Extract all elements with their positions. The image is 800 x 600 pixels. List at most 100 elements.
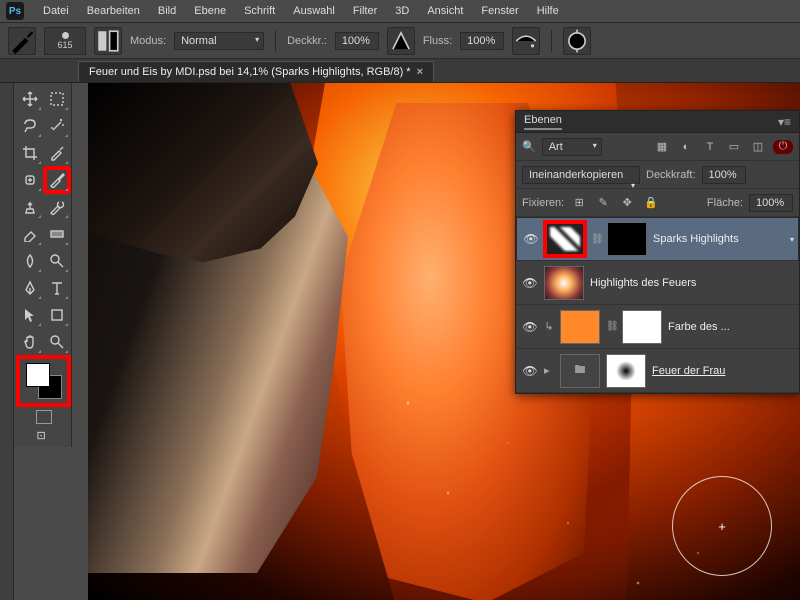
visibility-icon[interactable]: 👁 bbox=[522, 276, 538, 290]
brush-tool[interactable] bbox=[45, 168, 69, 192]
layer-row-feuer-der-frau[interactable]: 👁 ▸ 🖿 Feuer der Frau bbox=[516, 349, 799, 393]
color-swatch-area bbox=[18, 357, 69, 405]
layer-name[interactable]: Farbe des ... bbox=[668, 321, 793, 333]
history-brush-tool[interactable] bbox=[45, 195, 69, 219]
quick-mask-toggle[interactable] bbox=[36, 410, 52, 424]
options-bar: 615 Modus: Normal Deckkr.: 100% Fluss: 1… bbox=[0, 23, 800, 59]
filter-shape-icon[interactable]: ▭ bbox=[725, 140, 743, 154]
menu-edit[interactable]: Bearbeiten bbox=[78, 2, 149, 20]
active-tool-indicator[interactable] bbox=[8, 27, 36, 55]
document-title: Feuer und Eis by MDI.psd bei 14,1% (Spar… bbox=[89, 66, 411, 78]
panel-strip bbox=[0, 83, 14, 600]
visibility-icon[interactable]: 👁 bbox=[522, 320, 538, 334]
menu-file[interactable]: Datei bbox=[34, 2, 78, 20]
layers-tab[interactable]: Ebenen bbox=[524, 114, 562, 130]
layer-row-highlights-feuer[interactable]: 👁 Highlights des Feuers bbox=[516, 261, 799, 305]
pen-tool[interactable] bbox=[18, 276, 42, 300]
marquee-tool[interactable] bbox=[45, 87, 69, 111]
menu-layer[interactable]: Ebene bbox=[185, 2, 235, 20]
brush-panel-toggle[interactable] bbox=[94, 27, 122, 55]
mask-link-icon[interactable]: ⛓ bbox=[606, 321, 616, 332]
visibility-icon[interactable]: 👁 bbox=[523, 232, 539, 246]
menu-bar: Ps Datei Bearbeiten Bild Ebene Schrift A… bbox=[0, 0, 800, 23]
filter-type-icon[interactable]: T bbox=[701, 140, 719, 154]
layer-blend-mode-select[interactable]: Ineinanderkopieren bbox=[522, 166, 640, 184]
mask-link-icon[interactable]: ⛓ bbox=[591, 234, 601, 245]
close-tab-icon[interactable]: × bbox=[417, 66, 423, 78]
airbrush-icon[interactable] bbox=[512, 27, 540, 55]
layer-name[interactable]: Feuer der Frau bbox=[652, 365, 793, 377]
layer-thumbnail[interactable] bbox=[544, 266, 584, 300]
layer-thumbnail[interactable] bbox=[545, 222, 585, 256]
lock-label: Fixieren: bbox=[522, 197, 564, 209]
panel-menu-icon[interactable]: ▾≡ bbox=[778, 115, 791, 129]
layer-filter-row: 🔍 Art ▦ ◐ T ▭ ◫ ⏻ bbox=[516, 133, 799, 161]
eraser-tool[interactable] bbox=[18, 222, 42, 246]
lock-position-icon[interactable]: ✥ bbox=[618, 196, 636, 210]
document-tab[interactable]: Feuer und Eis by MDI.psd bei 14,1% (Spar… bbox=[78, 61, 434, 82]
brush-cursor-icon: + bbox=[672, 476, 772, 576]
layer-opacity-input[interactable]: 100% bbox=[702, 166, 746, 184]
visibility-icon[interactable]: 👁 bbox=[522, 364, 538, 378]
dodge-tool[interactable] bbox=[45, 249, 69, 273]
fill-input[interactable]: 100% bbox=[749, 194, 793, 212]
menu-type[interactable]: Schrift bbox=[235, 2, 284, 20]
zoom-tool[interactable] bbox=[45, 330, 69, 354]
fill-thumbnail[interactable] bbox=[560, 310, 600, 344]
shape-tool[interactable] bbox=[45, 303, 69, 327]
lock-all-icon[interactable]: 🔒 bbox=[642, 196, 660, 210]
crop-tool[interactable] bbox=[18, 141, 42, 165]
pressure-size-icon[interactable] bbox=[563, 27, 591, 55]
group-mask-thumbnail[interactable] bbox=[606, 354, 646, 388]
menu-filter[interactable]: Filter bbox=[344, 2, 386, 20]
filter-kind-select[interactable]: Art bbox=[542, 138, 602, 156]
move-tool[interactable] bbox=[18, 87, 42, 111]
blend-mode-select[interactable]: Normal bbox=[174, 32, 264, 50]
magic-wand-tool[interactable] bbox=[45, 114, 69, 138]
layer-mask-thumbnail[interactable] bbox=[607, 222, 647, 256]
menu-3d[interactable]: 3D bbox=[386, 2, 418, 20]
filter-toggle-icon[interactable]: ⏻ bbox=[773, 140, 793, 154]
brush-preset-picker[interactable]: 615 bbox=[44, 27, 86, 55]
opacity-input[interactable]: 100% bbox=[335, 32, 379, 50]
toolbox: ⊡ bbox=[14, 83, 72, 447]
lock-transparent-icon[interactable]: ⊞ bbox=[570, 196, 588, 210]
layer-opacity-label: Deckkraft: bbox=[646, 169, 696, 181]
flow-input[interactable]: 100% bbox=[460, 32, 504, 50]
lock-fill-row: Fixieren: ⊞ ✎ ✥ 🔒 Fläche: 100% bbox=[516, 189, 799, 217]
menu-window[interactable]: Fenster bbox=[472, 2, 527, 20]
app-logo: Ps bbox=[6, 2, 24, 20]
menu-select[interactable]: Auswahl bbox=[284, 2, 344, 20]
clone-stamp-tool[interactable] bbox=[18, 195, 42, 219]
path-select-tool[interactable] bbox=[18, 303, 42, 327]
fill-label: Fläche: bbox=[707, 197, 743, 209]
group-thumbnail[interactable]: 🖿 bbox=[560, 354, 600, 388]
type-tool[interactable] bbox=[45, 276, 69, 300]
filter-adjust-icon[interactable]: ◐ bbox=[677, 140, 695, 154]
foreground-color-swatch[interactable] bbox=[26, 363, 50, 387]
healing-brush-tool[interactable] bbox=[18, 168, 42, 192]
lock-pixels-icon[interactable]: ✎ bbox=[594, 196, 612, 210]
filter-pixel-icon[interactable]: ▦ bbox=[653, 140, 671, 154]
pressure-opacity-icon[interactable] bbox=[387, 27, 415, 55]
eyedropper-tool[interactable] bbox=[45, 141, 69, 165]
blur-tool[interactable] bbox=[18, 249, 42, 273]
layer-row-sparks-highlights[interactable]: 👁 ⛓ Sparks Highlights bbox=[516, 217, 799, 261]
expand-group-icon[interactable]: ▸ bbox=[544, 364, 554, 377]
layer-mask-thumbnail[interactable] bbox=[622, 310, 662, 344]
flow-label: Fluss: bbox=[423, 35, 452, 47]
foreground-background-swatches[interactable] bbox=[26, 363, 62, 399]
layer-name[interactable]: Sparks Highlights bbox=[653, 233, 792, 245]
brush-size-value: 615 bbox=[57, 40, 72, 50]
menu-image[interactable]: Bild bbox=[149, 2, 185, 20]
layer-name[interactable]: Highlights des Feuers bbox=[590, 277, 793, 289]
layer-row-farbe[interactable]: 👁 ↳ ⛓ Farbe des ... bbox=[516, 305, 799, 349]
screen-mode-toggle[interactable]: ⊡ bbox=[37, 429, 51, 443]
menu-help[interactable]: Hilfe bbox=[528, 2, 568, 20]
gradient-tool[interactable] bbox=[45, 222, 69, 246]
hand-tool[interactable] bbox=[18, 330, 42, 354]
lasso-tool[interactable] bbox=[18, 114, 42, 138]
filter-smart-icon[interactable]: ◫ bbox=[749, 140, 767, 154]
menu-view[interactable]: Ansicht bbox=[418, 2, 472, 20]
mode-label: Modus: bbox=[130, 35, 166, 47]
